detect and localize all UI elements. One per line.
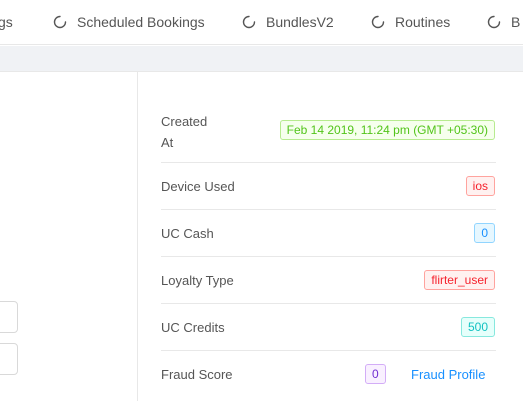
tab-label: Scheduled Bookings	[77, 14, 205, 30]
created-at-row: Created At Feb 14 2019, 11:24 pm (GMT +0…	[161, 110, 496, 163]
tab-routines[interactable]: Routines	[371, 13, 450, 31]
uc-credits-tag: 500	[460, 317, 495, 337]
tab-scheduled-bookings[interactable]: Scheduled Bookings	[53, 13, 205, 31]
tab-label: Routines	[395, 14, 451, 30]
tab-label: B	[511, 14, 521, 30]
uc-cash-row: UC Cash 0	[161, 210, 496, 257]
created-at-label: Created At	[161, 114, 208, 150]
loading-icon	[371, 15, 385, 29]
fraud-score-tag: 0	[365, 364, 386, 384]
device-used-label: Device Used	[161, 179, 235, 194]
uc-credits-row: UC Credits 500	[161, 304, 496, 351]
fraud-profile-link[interactable]: Fraud Profile	[411, 364, 485, 385]
left-card: m	[0, 71, 138, 401]
loyalty-type-tag: flirter_user	[424, 270, 495, 290]
loyalty-type-label: Loyalty Type	[161, 273, 234, 288]
tab-next[interactable]: B	[487, 13, 520, 31]
fraud-score-row: Fraud Score 0 Fraud Profile	[161, 351, 496, 398]
left-select-field[interactable]: m	[0, 343, 18, 375]
tab-label: BundlesV2	[266, 14, 334, 30]
uc-cash-label: UC Cash	[161, 226, 214, 241]
uc-cash-tag: 0	[474, 223, 495, 243]
user-details-card: Created At Feb 14 2019, 11:24 pm (GMT +0…	[137, 71, 523, 401]
fraud-score-label: Fraud Score	[161, 367, 233, 382]
tab-bundlesv2[interactable]: BundlesV2	[242, 13, 334, 31]
tab-bookings[interactable]: gs	[0, 13, 13, 31]
loyalty-type-row: Loyalty Type flirter_user	[161, 257, 496, 304]
top-nav: gs Scheduled Bookings BundlesV2 Routines…	[0, 0, 523, 45]
device-used-row: Device Used ios	[161, 163, 496, 210]
device-used-tag: ios	[465, 176, 495, 196]
loading-icon	[53, 15, 67, 29]
loading-icon	[242, 15, 256, 29]
left-input-field[interactable]	[0, 301, 18, 333]
loading-icon	[487, 15, 501, 29]
uc-credits-label: UC Credits	[161, 320, 225, 335]
content-area: m Created At Feb 14 2019, 11:24 pm (GMT …	[0, 46, 523, 401]
created-at-tag: Feb 14 2019, 11:24 pm (GMT +05:30)	[279, 120, 495, 140]
tab-label: gs	[0, 14, 13, 30]
